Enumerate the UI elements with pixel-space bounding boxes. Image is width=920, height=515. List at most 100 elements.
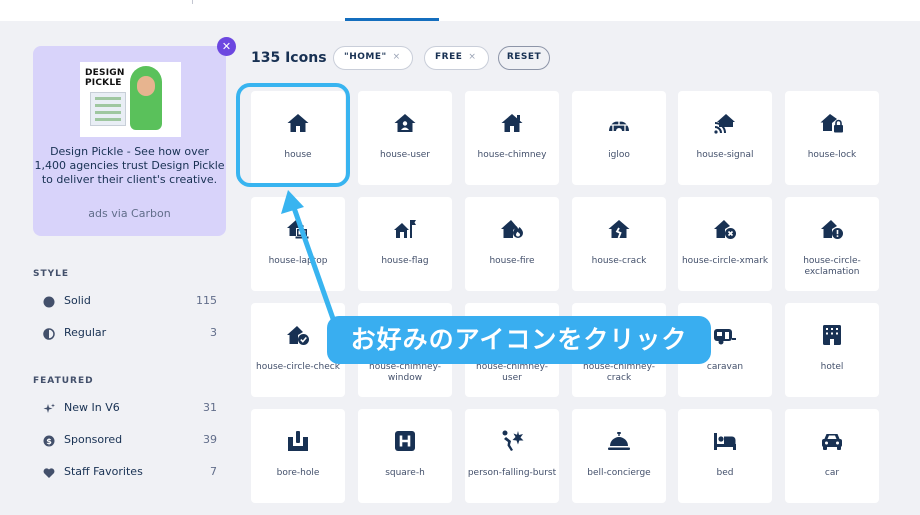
igloo-icon <box>609 117 629 131</box>
filter-chip-label: "HOME" <box>344 52 387 62</box>
icon-card-house-user[interactable]: house-user <box>358 91 452 185</box>
icon-card-hotel[interactable]: hotel <box>785 303 879 397</box>
style-section-title: STYLE <box>33 269 70 279</box>
bed-icon <box>714 433 736 450</box>
ad-brand-line1: DESIGN <box>85 68 125 78</box>
sidebar-item-label: Solid <box>64 294 91 307</box>
bell-concierge-icon <box>608 432 630 450</box>
sidebar-item-solid[interactable]: Solid 115 <box>33 292 217 312</box>
sidebar-item-count: 7 <box>210 465 217 478</box>
icon-card-house-lock[interactable]: house-lock <box>785 91 879 185</box>
remove-filter-icon[interactable]: × <box>468 52 476 62</box>
sidebar-item-count: 31 <box>203 401 217 414</box>
icon-card-label: house-user <box>379 150 431 160</box>
icon-card-label: house-chimney-crack <box>583 362 655 383</box>
featured-section-title: FEATURED <box>33 376 94 386</box>
icon-card-label: bell-concierge <box>587 468 651 478</box>
nav-divider <box>192 0 193 4</box>
icon-card-house-flag[interactable]: house-flag <box>358 197 452 291</box>
icon-card-label: house-flag <box>381 256 429 266</box>
bore-hole-icon <box>288 431 308 451</box>
caravan-icon <box>714 329 736 345</box>
icon-card-label: hotel <box>820 362 844 372</box>
icon-card-label: house-signal <box>696 150 754 160</box>
reset-button[interactable]: RESET <box>498 46 550 70</box>
remove-filter-icon[interactable]: × <box>393 52 401 62</box>
icon-card-house-circle-xmark[interactable]: house-circle-xmark <box>678 197 772 291</box>
sidebar-item-label: Sponsored <box>64 433 123 446</box>
icon-card-label: house-laptop <box>268 256 328 266</box>
sidebar-item-count: 115 <box>196 294 217 307</box>
circle-half-icon <box>43 328 55 340</box>
house-lock-icon <box>820 114 843 133</box>
house-circle-check-icon <box>287 326 309 345</box>
carbon-ad[interactable]: DESIGN PICKLE Design Pickle - See how ov… <box>33 46 226 236</box>
sidebar-item-label: Staff Favorites <box>64 465 143 478</box>
icon-card-igloo[interactable]: igloo <box>572 91 666 185</box>
icon-card-house-circle-exclamation[interactable]: house-circle-exclamation <box>785 197 879 291</box>
sidebar-item-new-in-v6[interactable]: New In V6 31 <box>33 399 217 419</box>
house-flag-icon <box>394 220 416 238</box>
house-fire-icon <box>501 220 523 238</box>
icon-card-car[interactable]: car <box>785 409 879 503</box>
icon-card-label: igloo <box>608 150 630 160</box>
circle-solid-icon <box>43 296 55 308</box>
icon-card-label: house-crack <box>591 256 647 266</box>
icon-card-label: bore-hole <box>276 468 320 478</box>
heart-icon <box>43 468 55 478</box>
house-laptop-icon <box>287 220 309 239</box>
sidebar-item-staff-favorites[interactable]: Staff Favorites 7 <box>33 463 217 483</box>
filter-chip-label: FREE <box>435 52 463 62</box>
icon-card-house-fire[interactable]: house-fire <box>465 197 559 291</box>
house-circle-xmark-icon <box>714 220 736 239</box>
icon-card-label: house-chimney-user <box>476 362 548 383</box>
icon-card-bell-concierge[interactable]: bell-concierge <box>572 409 666 503</box>
ad-image[interactable]: DESIGN PICKLE <box>80 62 181 137</box>
sidebar-item-sponsored[interactable]: $ Sponsored 39 <box>33 431 217 451</box>
house-chimney-icon <box>501 114 523 132</box>
icon-card-square-h[interactable]: square-h <box>358 409 452 503</box>
instruction-callout: お好みのアイコンをクリック <box>327 316 711 364</box>
icon-card-label: square-h <box>385 468 425 478</box>
square-h-icon <box>395 431 415 451</box>
filter-chip-home[interactable]: "HOME" × <box>333 46 413 70</box>
active-tab-indicator <box>345 18 439 21</box>
sidebar-item-count: 39 <box>203 433 217 446</box>
icon-count-title: 135 Icons <box>251 50 327 66</box>
ad-brand-line2: PICKLE <box>85 78 122 88</box>
close-icon[interactable]: ✕ <box>217 37 236 56</box>
icon-card-label: house-fire <box>489 256 535 266</box>
icon-card-house-crack[interactable]: house-crack <box>572 197 666 291</box>
top-nav-bar <box>0 0 920 21</box>
icon-card-bed[interactable]: bed <box>678 409 772 503</box>
ad-text[interactable]: Design Pickle - See how over 1,400 agenc… <box>33 145 226 187</box>
sidebar-item-label: New In V6 <box>64 401 120 414</box>
ad-brand-logo: DESIGN PICKLE <box>85 68 125 88</box>
dollar-circle-icon: $ <box>43 435 55 447</box>
icon-card-label: house-chimney <box>477 150 547 160</box>
sidebar-item-label: Regular <box>64 326 107 339</box>
house-crack-icon <box>608 220 630 239</box>
icon-card-label: car <box>824 468 840 478</box>
ad-via-label[interactable]: ads via Carbon <box>33 207 226 220</box>
sidebar-item-count: 3 <box>210 326 217 339</box>
person-falling-burst-icon <box>502 430 524 451</box>
icon-card-house-chimney[interactable]: house-chimney <box>465 91 559 185</box>
icon-card-person-falling-burst[interactable]: person-falling-burst <box>465 409 559 503</box>
icon-card-label: bed <box>716 468 734 478</box>
svg-text:$: $ <box>46 437 52 446</box>
icon-card-label: house-circle-check <box>256 362 340 372</box>
icon-card-bore-hole[interactable]: bore-hole <box>251 409 345 503</box>
icon-card-label: house-circle-exclamation <box>803 256 861 277</box>
sparkles-icon <box>43 403 55 413</box>
house-circle-exclamation-icon <box>821 220 843 239</box>
icon-card-house-signal[interactable]: house-signal <box>678 91 772 185</box>
house-signal-icon <box>714 114 735 134</box>
ad-face-illustration <box>137 76 155 96</box>
filter-chip-free[interactable]: FREE × <box>424 46 489 70</box>
icon-card-label: house-lock <box>807 150 857 160</box>
icon-card-house-laptop[interactable]: house-laptop <box>251 197 345 291</box>
sidebar-item-regular[interactable]: Regular 3 <box>33 324 217 344</box>
icon-card-label: house-circle-xmark <box>681 256 769 266</box>
selection-highlight <box>236 83 350 187</box>
